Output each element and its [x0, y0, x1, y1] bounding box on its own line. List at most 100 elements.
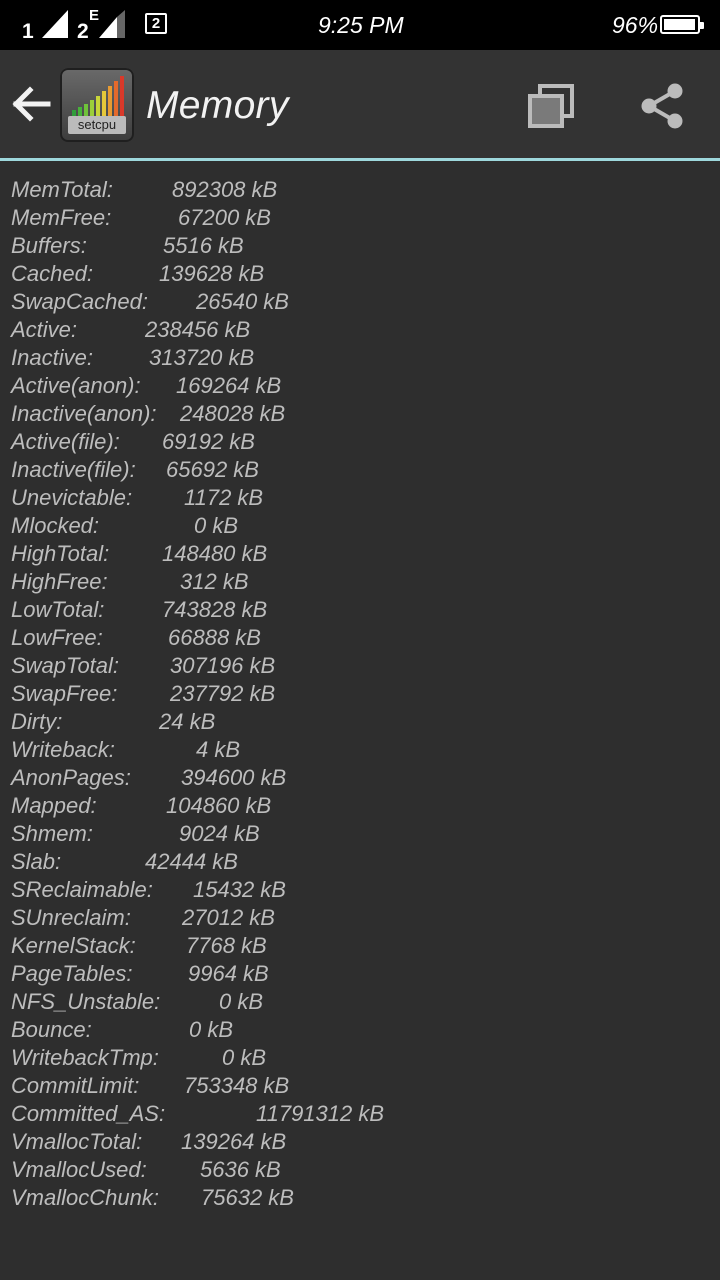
memory-row: Buffers: 5516 kB	[0, 232, 720, 260]
memory-value: 24 kB	[159, 709, 216, 734]
memory-row: HighTotal: 148480 kB	[0, 540, 720, 568]
memory-value: 104860 kB	[166, 793, 272, 818]
memory-key: Writeback:	[11, 737, 115, 762]
memory-row: Inactive(anon): 248028 kB	[0, 400, 720, 428]
memory-key: KernelStack:	[11, 933, 136, 958]
memory-row: WritebackTmp: 0 kB	[0, 1044, 720, 1072]
memory-row: AnonPages: 394600 kB	[0, 764, 720, 792]
memory-row: Writeback: 4 kB	[0, 736, 720, 764]
memory-key: Dirty:	[11, 709, 63, 734]
cpu-bars-icon	[72, 76, 124, 116]
memory-value: 0 kB	[222, 1045, 267, 1070]
memory-value: 69192 kB	[162, 429, 255, 454]
sim1-label: 1	[22, 20, 34, 43]
share-icon[interactable]	[637, 82, 685, 130]
memory-key: LowTotal:	[11, 597, 105, 622]
memory-key: VmallocChunk:	[11, 1185, 159, 1210]
memory-value: 75632 kB	[201, 1185, 294, 1210]
back-arrow-icon[interactable]	[12, 84, 52, 124]
memory-value: 139264 kB	[181, 1129, 287, 1154]
memory-value: 65692 kB	[166, 457, 259, 482]
memory-key: LowFree:	[11, 625, 103, 650]
memory-key: Shmem:	[11, 821, 93, 846]
memory-row: MemFree: 67200 kB	[0, 204, 720, 232]
signal-strength-icon	[42, 10, 68, 38]
memory-key: Buffers:	[11, 233, 87, 258]
memory-row: Cached: 139628 kB	[0, 260, 720, 288]
memory-value: 312 kB	[180, 569, 249, 594]
memory-row: SwapFree: 237792 kB	[0, 680, 720, 708]
clock: 9:25 PM	[318, 12, 404, 38]
memory-value: 27012 kB	[182, 905, 275, 930]
memory-key: HighFree:	[11, 569, 108, 594]
memory-value: 139628 kB	[159, 261, 265, 286]
notification-count-badge: 2	[145, 13, 167, 34]
memory-row: Active(file): 69192 kB	[0, 428, 720, 456]
action-bar-divider	[0, 158, 720, 161]
memory-row: VmallocTotal: 139264 kB	[0, 1128, 720, 1156]
memory-value: 9964 kB	[188, 961, 269, 986]
memory-key: Cached:	[11, 261, 93, 286]
memory-key: NFS_Unstable:	[11, 989, 161, 1014]
app-icon-label: setcpu	[68, 116, 126, 134]
memory-key: Inactive(file):	[11, 457, 136, 482]
memory-value: 743828 kB	[162, 597, 268, 622]
memory-row: VmallocUsed: 5636 kB	[0, 1156, 720, 1184]
memory-key: Mapped:	[11, 793, 97, 818]
memory-value: 66888 kB	[168, 625, 261, 650]
status-bar: 1 2 E 2 9:25 PM 96%	[0, 0, 720, 50]
memory-row: Unevictable: 1172 kB	[0, 484, 720, 512]
memory-row: MemTotal: 892308 kB	[0, 176, 720, 204]
memory-value: 148480 kB	[162, 541, 268, 566]
memory-row: LowTotal: 743828 kB	[0, 596, 720, 624]
memory-key: PageTables:	[11, 961, 133, 986]
memory-key: SwapFree:	[11, 681, 118, 706]
memory-value: 5636 kB	[200, 1157, 281, 1182]
memory-row: Active(anon): 169264 kB	[0, 372, 720, 400]
memory-value: 248028 kB	[180, 401, 286, 426]
memory-value: 238456 kB	[145, 317, 251, 342]
memory-key: CommitLimit:	[11, 1073, 140, 1098]
memory-key: Mlocked:	[11, 513, 100, 538]
memory-key: VmallocTotal:	[11, 1129, 143, 1154]
memory-value: 394600 kB	[181, 765, 287, 790]
memory-row: Inactive: 313720 kB	[0, 344, 720, 372]
app-icon[interactable]: setcpu	[60, 68, 134, 142]
memory-info-list: MemTotal: 892308 kB MemFree: 67200 kB Buffer…	[0, 176, 720, 1212]
battery-icon	[660, 15, 704, 34]
memory-row: SwapTotal: 307196 kB	[0, 652, 720, 680]
memory-key: WritebackTmp:	[11, 1045, 159, 1070]
memory-key: AnonPages:	[11, 765, 131, 790]
memory-key: SUnreclaim:	[11, 905, 131, 930]
page-title: Memory	[146, 84, 289, 127]
memory-row: Mlocked: 0 kB	[0, 512, 720, 540]
memory-key: Active(file):	[11, 429, 120, 454]
memory-row: SUnreclaim: 27012 kB	[0, 904, 720, 932]
memory-key: Active(anon):	[11, 373, 141, 398]
sim2-label: 2	[77, 20, 89, 43]
memory-value: 26540 kB	[196, 289, 289, 314]
memory-row: HighFree: 312 kB	[0, 568, 720, 596]
memory-key: Bounce:	[11, 1017, 92, 1042]
network-type-label: E	[89, 7, 100, 24]
memory-value: 42444 kB	[145, 849, 238, 874]
copy-icon[interactable]	[528, 84, 574, 128]
battery-percent: 96%	[612, 12, 659, 38]
memory-key: Inactive:	[11, 345, 93, 370]
memory-value: 7768 kB	[186, 933, 267, 958]
memory-value: 15432 kB	[193, 877, 286, 902]
memory-value: 313720 kB	[149, 345, 255, 370]
memory-row: KernelStack: 7768 kB	[0, 932, 720, 960]
memory-key: Slab:	[11, 849, 62, 874]
memory-row: Dirty: 24 kB	[0, 708, 720, 736]
memory-value: 753348 kB	[184, 1073, 290, 1098]
memory-value: 67200 kB	[178, 205, 271, 230]
memory-key: SReclaimable:	[11, 877, 153, 902]
memory-value: 9024 kB	[179, 821, 260, 846]
battery-fill	[664, 19, 695, 30]
memory-row: Bounce: 0 kB	[0, 1016, 720, 1044]
memory-row: LowFree: 66888 kB	[0, 624, 720, 652]
memory-key: Active:	[11, 317, 78, 342]
memory-key: Unevictable:	[11, 485, 133, 510]
memory-value: 1172 kB	[184, 485, 264, 510]
